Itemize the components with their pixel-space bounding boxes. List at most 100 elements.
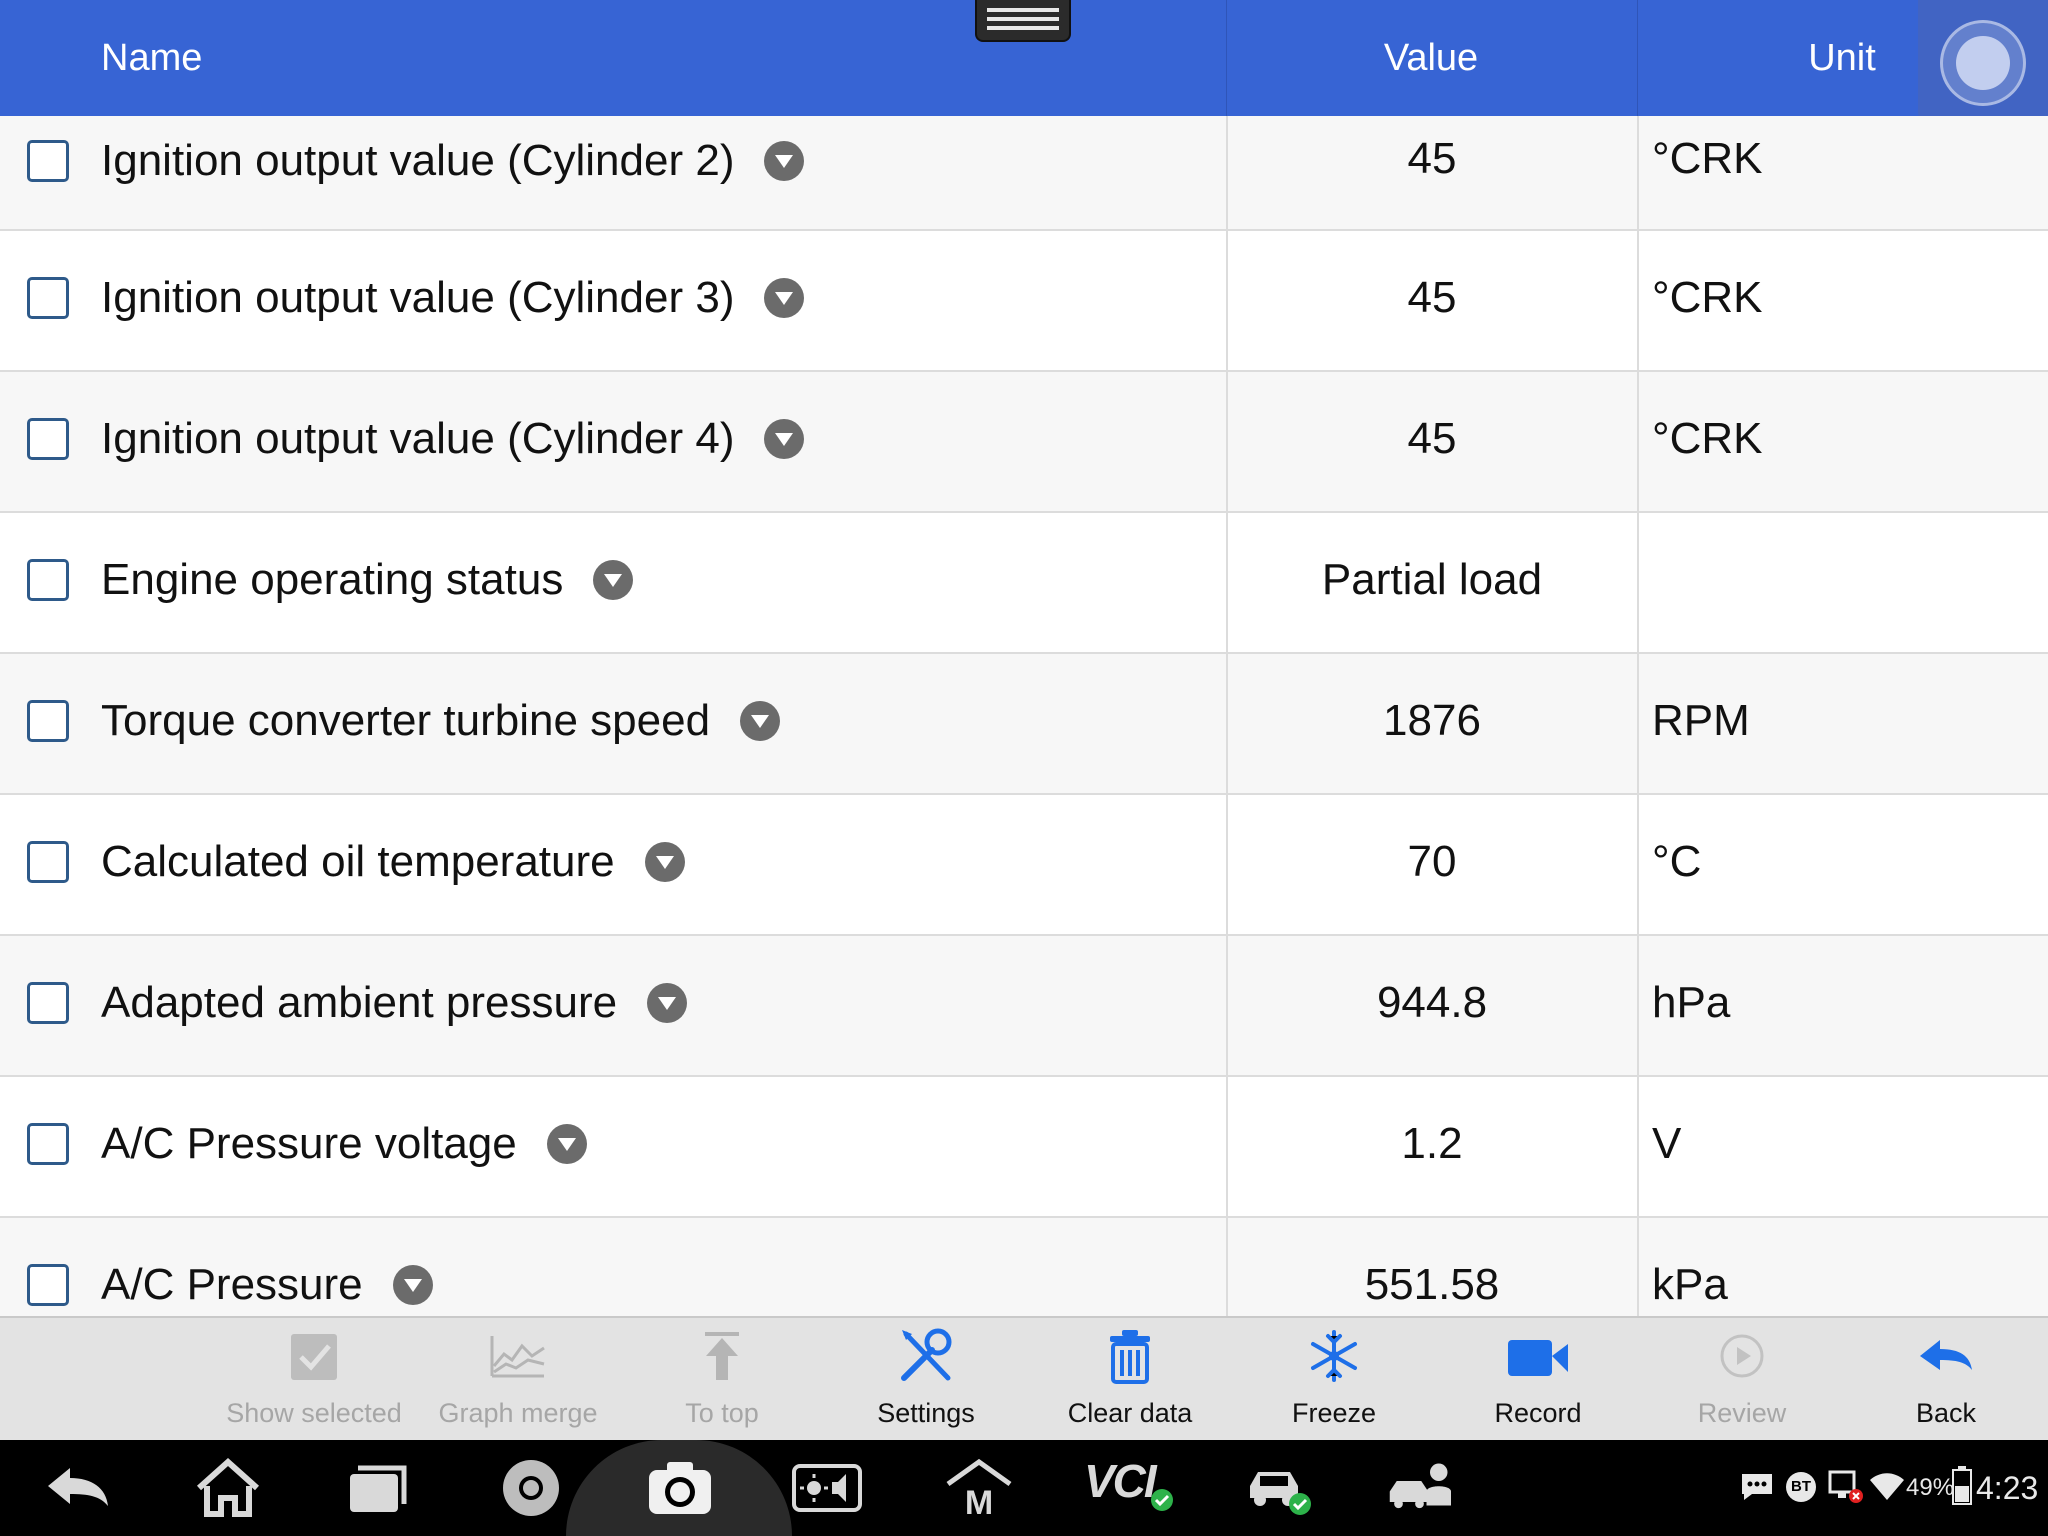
row-name: A/C Pressure [101, 1260, 363, 1309]
show-selected-label: Show selected [226, 1398, 402, 1428]
vehicle-connected-icon[interactable] [1244, 1456, 1314, 1520]
dropdown-arrow-icon[interactable] [647, 983, 688, 1023]
row-value: 45 [1407, 273, 1457, 322]
dropdown-arrow-icon[interactable] [764, 419, 805, 459]
freeze-button[interactable]: Freeze [1234, 1318, 1434, 1440]
row-value: Partial load [1321, 555, 1543, 604]
record-label: Record [1494, 1398, 1582, 1428]
row-value: 70 [1407, 837, 1457, 886]
row-checkbox[interactable] [27, 982, 69, 1024]
data-stream-list[interactable]: Ignition output value (Cylinder 2) 45 °C… [0, 116, 2048, 1316]
row-name: Calculated oil temperature [101, 837, 615, 886]
wrench-screwdriver-icon [901, 1328, 952, 1381]
maxifix-icon[interactable]: M [944, 1456, 1014, 1520]
row-name: Ignition output value (Cylinder 2) [101, 136, 735, 185]
row-name: Torque converter turbine speed [101, 696, 711, 745]
dropdown-arrow-icon[interactable] [764, 278, 805, 318]
dropdown-arrow-icon[interactable] [764, 141, 805, 181]
table-row[interactable]: Ignition output value (Cylinder 3) 45 °C… [0, 231, 2048, 372]
back-button[interactable]: Back [1846, 1318, 2046, 1440]
dropdown-arrow-icon[interactable] [392, 1265, 433, 1305]
row-checkbox[interactable] [27, 418, 69, 460]
row-checkbox[interactable] [27, 841, 69, 883]
row-value: 1876 [1383, 696, 1481, 745]
back-arrow-icon [1920, 1340, 1972, 1370]
record-button[interactable]: Record [1438, 1318, 1638, 1440]
row-unit: kPa [1652, 1260, 1728, 1309]
row-unit: °C [1652, 837, 1702, 886]
column-header-value: Value [1383, 37, 1479, 79]
review-button[interactable]: Review [1642, 1318, 1842, 1440]
battery-icon [1952, 1466, 1972, 1505]
clear-data-button[interactable]: Clear data [1030, 1318, 1230, 1440]
row-checkbox[interactable] [27, 277, 69, 319]
dropdown-arrow-icon[interactable] [740, 701, 781, 741]
row-value: 45 [1407, 134, 1457, 183]
row-value: 45 [1407, 414, 1457, 463]
row-checkbox[interactable] [27, 700, 69, 742]
column-header-name: Name [101, 37, 203, 79]
check-badge-icon [1151, 1489, 1173, 1511]
row-checkbox[interactable] [27, 559, 69, 601]
row-checkbox[interactable] [27, 140, 69, 182]
home-icon[interactable] [193, 1456, 263, 1520]
recent-apps-icon[interactable] [342, 1456, 412, 1520]
clear-data-label: Clear data [1067, 1398, 1193, 1428]
svg-text:M: M [965, 1484, 993, 1520]
to-top-icon [705, 1332, 739, 1380]
dropdown-arrow-icon[interactable] [593, 560, 634, 600]
row-unit: °CRK [1652, 273, 1763, 322]
table-row[interactable]: Ignition output value (Cylinder 4) 45 °C… [0, 372, 2048, 513]
message-icon [1742, 1474, 1772, 1500]
table-row[interactable]: Adapted ambient pressure 944.8 hPa [0, 936, 2048, 1077]
dropdown-arrow-icon[interactable] [546, 1124, 587, 1164]
bluetooth-badge: BT [1786, 1472, 1816, 1502]
row-checkbox[interactable] [27, 1123, 69, 1165]
back-label: Back [1915, 1398, 1977, 1428]
settings-button[interactable]: Settings [826, 1318, 1026, 1440]
review-label: Review [1697, 1398, 1787, 1428]
wifi-icon [1870, 1473, 1904, 1500]
table-row[interactable]: A/C Pressure voltage 1.2 V [0, 1077, 2048, 1218]
vci-label: VCI [1084, 1455, 1157, 1507]
drawer-handle[interactable] [975, 0, 1071, 42]
freeze-label: Freeze [1291, 1398, 1377, 1428]
graph-merge-button[interactable]: Graph merge [418, 1318, 618, 1440]
table-row[interactable]: Torque converter turbine speed 1876 RPM [0, 654, 2048, 795]
battery-percent: 49% [1906, 1474, 1955, 1501]
dropdown-arrow-icon[interactable] [644, 842, 685, 882]
row-name: A/C Pressure voltage [101, 1119, 517, 1168]
settings-label: Settings [877, 1398, 975, 1428]
row-unit: °CRK [1652, 134, 1763, 183]
table-row[interactable]: Engine operating status Partial load [0, 513, 2048, 654]
back-nav-icon[interactable] [44, 1456, 114, 1520]
table-row[interactable]: A/C Pressure 551.58 kPa [0, 1218, 2048, 1316]
row-unit: hPa [1652, 978, 1731, 1027]
to-top-button[interactable]: To top [622, 1318, 822, 1440]
row-checkbox[interactable] [27, 1264, 69, 1306]
table-row[interactable]: Calculated oil temperature 70 °C [0, 795, 2048, 936]
play-circle-icon [1720, 1334, 1764, 1378]
table-header: Name Value Unit [0, 0, 2048, 116]
brightness-volume-icon[interactable] [792, 1456, 862, 1520]
graph-merge-label: Graph merge [438, 1398, 598, 1428]
camera-icon[interactable] [645, 1456, 715, 1520]
browser-icon[interactable] [496, 1456, 566, 1520]
clock: 4:23 [1976, 1470, 2039, 1506]
vci-status-icon[interactable]: VCI [1084, 1454, 1174, 1518]
network-error-icon [1828, 1470, 1863, 1503]
remote-expert-icon[interactable] [1388, 1456, 1458, 1520]
checkbox-check-icon [291, 1334, 337, 1380]
row-name: Ignition output value (Cylinder 4) [101, 414, 735, 463]
row-value: 551.58 [1364, 1260, 1500, 1309]
row-name: Ignition output value (Cylinder 3) [101, 273, 735, 322]
row-name: Adapted ambient pressure [101, 978, 618, 1027]
row-value: 944.8 [1376, 978, 1488, 1027]
assistive-touch-button[interactable] [1918, 0, 2048, 130]
table-row[interactable]: Ignition output value (Cylinder 2) 45 °C… [0, 116, 2048, 231]
system-navigation-bar: M VCI BT 49% 4:23 [0, 1440, 2048, 1536]
trash-icon [1110, 1330, 1150, 1384]
video-camera-icon [1508, 1340, 1568, 1376]
show-selected-button[interactable]: Show selected [214, 1318, 414, 1440]
to-top-label: To top [685, 1398, 759, 1428]
